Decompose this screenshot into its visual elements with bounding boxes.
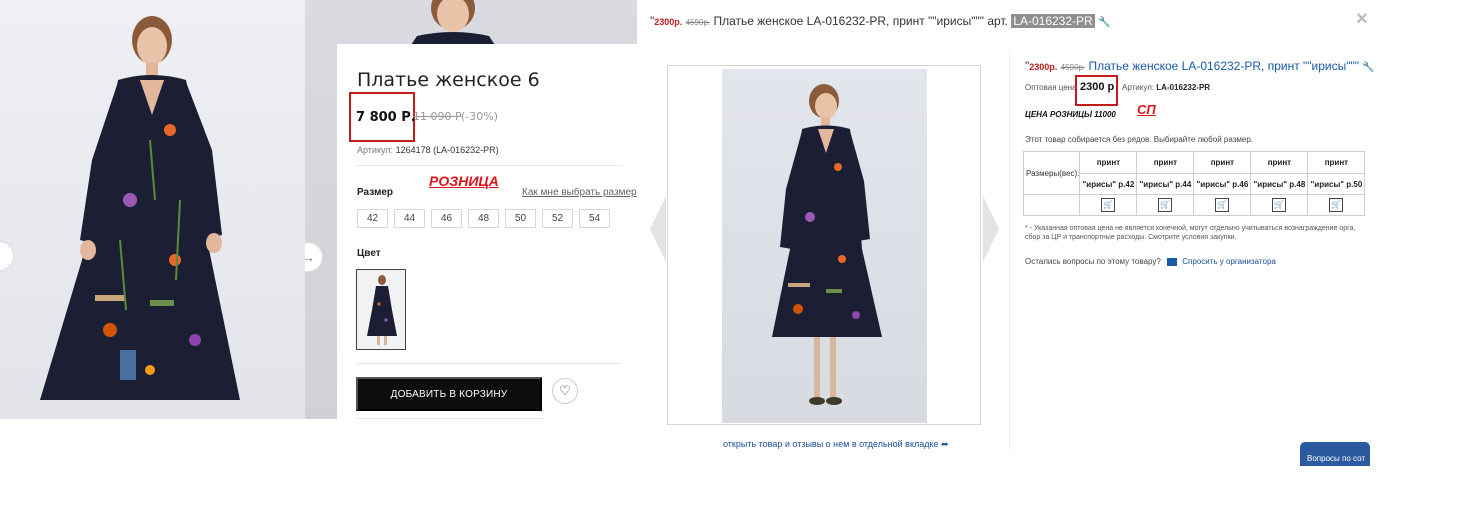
- favorite-button[interactable]: ♡: [552, 378, 578, 404]
- size-col-header: принт: [1250, 151, 1309, 174]
- sku-value: 1264178 (LA-016232-PR): [395, 145, 499, 155]
- mail-icon: [1167, 257, 1178, 266]
- size-col-name: "ирисы" р.46: [1193, 173, 1252, 195]
- cart-icon[interactable]: 🛒: [1272, 198, 1287, 212]
- popup-product-image-frame: [667, 65, 981, 425]
- cart-cell: 🛒: [1079, 194, 1138, 216]
- size-option-44[interactable]: 44: [394, 209, 425, 228]
- size-col-header: принт: [1193, 151, 1252, 174]
- ask-organizer-link[interactable]: Спросить у организатора: [1182, 257, 1276, 266]
- heart-icon: ♡: [559, 383, 571, 398]
- detail-sp-price: 2300р.: [1029, 62, 1058, 72]
- size-col-header: принт: [1136, 151, 1195, 174]
- sizes-label: Размеры(вес):: [1022, 151, 1081, 195]
- sp-annotation: СП: [1137, 102, 1156, 117]
- wrench-icon[interactable]: 🔧: [1098, 17, 1110, 28]
- cart-icon[interactable]: 🛒: [1329, 198, 1344, 212]
- size-selector: 42 44 46 48 50 52 54: [357, 209, 610, 228]
- detail-product-name[interactable]: Платье женское LA-016232-PR, принт ""ири…: [1088, 59, 1359, 73]
- old-price: 11 090 Р: [413, 110, 462, 123]
- title-art-prefix: арт.: [987, 14, 1008, 28]
- article-line: Артикул: LA-016232-PR: [1122, 83, 1210, 92]
- popup-title: "2300р. 4590р. Платье женское LA-016232-…: [650, 14, 1111, 28]
- model-in-dress-illustration: [40, 16, 240, 400]
- open-in-new-tab-link[interactable]: открыть товар и отзывы о нем в отдельной…: [723, 439, 949, 450]
- add-to-cart-button[interactable]: ДОБАВИТЬ В КОРЗИНУ: [356, 377, 542, 411]
- cart-icon[interactable]: 🛒: [1215, 198, 1230, 212]
- product-photo-main: [0, 0, 305, 419]
- wholesale-price-label: Оптовая цена: [1025, 83, 1077, 92]
- current-price: 7 800 Р.: [356, 110, 416, 125]
- cart-icon[interactable]: 🛒: [1101, 198, 1116, 212]
- share-arrow-icon: ➦: [941, 439, 949, 449]
- cart-icon[interactable]: 🛒: [1158, 198, 1173, 212]
- question-line: Остались вопросы по этому товару? Спроси…: [1025, 257, 1276, 266]
- title-product-name: Платье женское LA-016232-PR, принт ""ири…: [713, 14, 985, 28]
- divider: [357, 363, 622, 364]
- sku-line: Артикул: 1264178 (LA-016232-PR): [357, 145, 499, 155]
- size-col-name: "ирисы" р.44: [1136, 173, 1195, 195]
- discount-badge: (-30%): [461, 110, 499, 123]
- size-label: Размер: [357, 187, 394, 198]
- popup-next-arrow-icon[interactable]: [983, 196, 999, 262]
- detail-old-price: 4590р.: [1060, 63, 1086, 72]
- empty-cell: [1022, 194, 1081, 216]
- color-swatch-thumbnail[interactable]: [356, 269, 406, 350]
- title-old-price: 4590р.: [685, 18, 711, 27]
- open-link-text: открыть товар и отзывы о нем в отдельной…: [723, 439, 939, 449]
- size-order-table: Размеры(вес): принт принт принт принт пр…: [1022, 151, 1366, 216]
- size-option-48[interactable]: 48: [468, 209, 499, 228]
- popup-prev-arrow-icon[interactable]: [650, 196, 666, 262]
- size-guide-link[interactable]: Как мне выбрать размер: [522, 187, 637, 198]
- cart-cell: 🛒: [1193, 194, 1252, 216]
- size-col-name: "ирисы" р.42: [1079, 173, 1138, 195]
- cart-cell: 🛒: [1250, 194, 1309, 216]
- size-col-name: "ирисы" р.48: [1250, 173, 1309, 195]
- size-option-42[interactable]: 42: [357, 209, 388, 228]
- thumbnail-dress-illustration: [367, 275, 397, 345]
- wholesale-price: 2300 р: [1080, 81, 1115, 93]
- size-col-header: принт: [1307, 151, 1366, 174]
- divider: [357, 165, 622, 166]
- retail-product-card: Платье женское 6 7 800 Р. 11 090 Р (-30%…: [337, 44, 637, 444]
- popup-product-image[interactable]: [722, 69, 927, 423]
- screenshot-root: → Платье женское 6 7 800 Р. 11 090 Р (-3…: [0, 0, 1474, 516]
- article-label: Артикул:: [1122, 83, 1155, 92]
- retail-price-info: ЦЕНА РОЗНИЦЫ 11000: [1025, 110, 1116, 119]
- price-footnote: * - Указанная оптовая цена не является к…: [1025, 225, 1356, 241]
- size-option-50[interactable]: 50: [505, 209, 536, 228]
- retail-annotation: РОЗНИЦА: [429, 173, 499, 189]
- collect-note: Этот товар собирается без рядов. Выбирай…: [1025, 135, 1253, 144]
- size-option-46[interactable]: 46: [431, 209, 462, 228]
- size-col-header: принт: [1079, 151, 1138, 174]
- question-text: Остались вопросы по этому товару?: [1025, 257, 1161, 266]
- title-sp-price: 2300р.: [654, 17, 683, 27]
- arrow-right-icon: →: [305, 249, 315, 265]
- divider: [357, 418, 543, 419]
- cart-cell: 🛒: [1136, 194, 1195, 216]
- size-col-name: "ирисы" р.50: [1307, 173, 1366, 195]
- size-option-54[interactable]: 54: [579, 209, 610, 228]
- product-title: Платье женское 6: [357, 69, 540, 91]
- vertical-divider: [1009, 50, 1010, 450]
- close-icon[interactable]: ×: [1356, 8, 1368, 31]
- popup-model-illustration: [772, 84, 882, 405]
- chat-tab[interactable]: Вопросы по сот: [1300, 442, 1370, 466]
- wrench-icon[interactable]: 🔧: [1362, 62, 1374, 73]
- article-value: LA-016232-PR: [1156, 83, 1211, 92]
- detail-title: "2300р. 4590р. Платье женское LA-016232-…: [1025, 59, 1375, 73]
- size-option-52[interactable]: 52: [542, 209, 573, 228]
- color-label: Цвет: [357, 248, 381, 259]
- title-art-value: LA-016232-PR: [1011, 14, 1095, 28]
- cart-cell: 🛒: [1307, 194, 1366, 216]
- sku-label: Артикул:: [357, 145, 394, 155]
